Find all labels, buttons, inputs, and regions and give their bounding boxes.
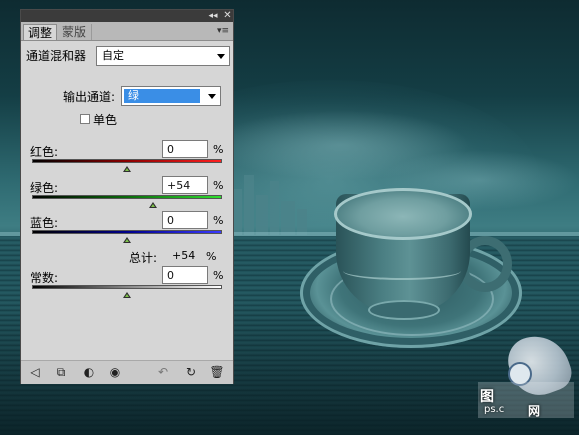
expand-view-icon[interactable]: ⧉ xyxy=(53,365,69,379)
city-building xyxy=(281,201,295,235)
output-channel-dropdown[interactable]: 绿 xyxy=(121,86,221,106)
city-building xyxy=(256,195,268,235)
total-unit: % xyxy=(206,250,217,263)
tab-adjustments[interactable]: 调整 xyxy=(23,24,57,40)
red-slider-knob[interactable] xyxy=(123,166,131,172)
output-channel-label: 输出通道: xyxy=(63,90,116,104)
blue-unit: % xyxy=(213,214,224,227)
red-value-input[interactable]: 0 xyxy=(162,140,208,158)
tab-masks[interactable]: 蒙版 xyxy=(58,24,92,40)
red-slider-track[interactable] xyxy=(32,159,222,163)
blue-value-input[interactable]: 0 xyxy=(162,211,208,229)
red-unit: % xyxy=(213,143,224,156)
constant-unit: % xyxy=(213,269,224,282)
visibility-eye-icon[interactable]: ◉ xyxy=(107,365,123,379)
red-value: 0 xyxy=(167,143,174,156)
blue-value: 0 xyxy=(167,214,174,227)
total-label: 总计: xyxy=(129,251,158,265)
watermark-text: 网 xyxy=(528,404,541,418)
reset-icon[interactable]: ↻ xyxy=(183,365,199,379)
green-unit: % xyxy=(213,179,224,192)
output-channel-value: 绿 xyxy=(128,89,139,102)
monochrome-checkbox[interactable] xyxy=(80,114,90,124)
adjustments-panel: ◂◂ ✕ 调整 蒙版 ▾≡ 通道混和器 自定 输出通道: 绿 单色 红色: 0 … xyxy=(20,9,234,384)
delete-icon[interactable]: 🗑 xyxy=(209,365,225,379)
red-label: 红色: xyxy=(30,145,59,159)
clip-layer-icon[interactable]: ◐ xyxy=(81,365,97,379)
panel-titlebar[interactable]: ◂◂ ✕ xyxy=(21,10,233,22)
close-icon[interactable]: ✕ xyxy=(222,10,233,22)
preset-value: 自定 xyxy=(102,49,124,62)
preset-dropdown[interactable]: 自定 xyxy=(96,46,230,66)
blue-slider-knob[interactable] xyxy=(123,237,131,243)
city-building xyxy=(244,175,254,235)
constant-label: 常数: xyxy=(30,271,59,285)
chevron-down-icon xyxy=(208,94,216,99)
green-label: 绿色: xyxy=(30,181,59,195)
back-arrow-icon[interactable]: ◁ xyxy=(27,365,43,379)
teacup-band xyxy=(343,262,461,280)
watermark-text: ps.c xyxy=(484,404,505,415)
collapse-icon[interactable]: ◂◂ xyxy=(207,10,219,22)
blue-slider-track[interactable] xyxy=(32,230,222,234)
constant-slider-track[interactable] xyxy=(32,285,222,289)
constant-value-input[interactable]: 0 xyxy=(162,266,208,284)
teacup-rim xyxy=(334,188,472,240)
green-value: +54 xyxy=(167,179,191,192)
panel-footer: ◁ ⧉ ◐ ◉ ↶ ↻ 🗑 xyxy=(21,360,233,384)
constant-value: 0 xyxy=(167,269,174,282)
blue-label: 蓝色: xyxy=(30,216,59,230)
city-building xyxy=(234,189,242,235)
monochrome-label: 单色 xyxy=(93,113,118,127)
preset-label: 通道混和器 xyxy=(26,49,87,63)
green-value-input[interactable]: +54 xyxy=(162,176,208,194)
total-value: +54 xyxy=(172,249,196,262)
city-building xyxy=(270,181,279,235)
teacup-foot xyxy=(368,300,440,320)
panel-tabbar: 调整 蒙版 ▾≡ xyxy=(21,22,233,41)
watermark-text: 图 xyxy=(480,389,494,405)
chevron-down-icon xyxy=(217,54,225,59)
green-slider-knob[interactable] xyxy=(149,202,157,208)
panel-menu-icon[interactable]: ▾≡ xyxy=(216,25,230,37)
previous-state-icon[interactable]: ↶ xyxy=(155,365,171,379)
green-slider-track[interactable] xyxy=(32,195,222,199)
constant-slider-knob[interactable] xyxy=(123,292,131,298)
